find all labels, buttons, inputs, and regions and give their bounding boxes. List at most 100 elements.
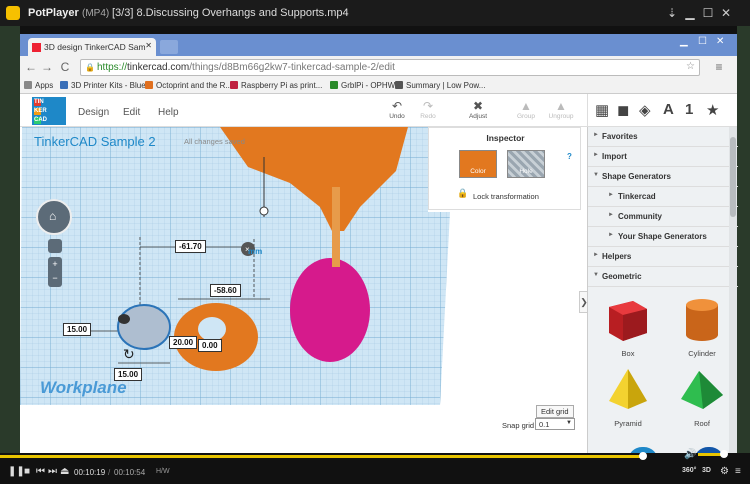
- shape-roof[interactable]: Roof: [672, 365, 732, 428]
- section-favorites[interactable]: ► Favorites: [588, 127, 738, 147]
- stop-icon[interactable]: ■: [24, 466, 30, 477]
- section-community[interactable]: ► Community: [588, 207, 738, 227]
- 360-badge[interactable]: 360°: [682, 467, 696, 474]
- color-swatch[interactable]: Color: [459, 150, 497, 178]
- fit-view-icon[interactable]: [48, 239, 62, 253]
- selection-handle[interactable]: [118, 314, 130, 324]
- section-your-shape-generators[interactable]: ► Your Shape Generators: [588, 227, 738, 247]
- menu-design[interactable]: Design: [78, 107, 109, 118]
- grid-view-icon[interactable]: ▦: [595, 101, 609, 119]
- bookmark-star-icon[interactable]: ☆: [686, 61, 695, 72]
- back-icon[interactable]: ←: [24, 60, 38, 74]
- panel-collapse-icon[interactable]: ❯: [579, 291, 587, 313]
- close-icon[interactable]: ✕: [718, 5, 734, 21]
- snap-grid-select[interactable]: 0.1 ▼: [535, 418, 575, 430]
- dimension-y-label[interactable]: -58.60: [210, 284, 241, 297]
- shape-box[interactable]: Box: [598, 295, 658, 358]
- section-tinkercad[interactable]: ► Tinkercad: [588, 187, 738, 207]
- view-orbit-control[interactable]: ⌂: [36, 199, 72, 235]
- zoom-in-icon[interactable]: +: [48, 257, 62, 271]
- text-shape-icon[interactable]: A: [663, 101, 674, 118]
- 3d-badge[interactable]: 3D: [702, 467, 711, 474]
- dimension-height-label[interactable]: 0.00: [198, 339, 222, 352]
- shape-pyramid[interactable]: Pyramid: [598, 365, 658, 428]
- window-minimize-icon[interactable]: ▁: [680, 36, 688, 47]
- save-status: All changes saved: [184, 137, 245, 146]
- open-file-icon[interactable]: ⏏: [60, 466, 69, 477]
- group-button[interactable]: ▲ Group: [511, 99, 541, 120]
- dimension-left-label[interactable]: 15.00: [63, 323, 92, 336]
- play-pause-icon[interactable]: ❚❚: [8, 466, 25, 477]
- section-geometric[interactable]: ▼ Geometric: [588, 267, 738, 287]
- adjust-button[interactable]: ✖ Adjust: [463, 99, 493, 120]
- group-icon: ▲: [520, 99, 532, 113]
- bookmark-apps[interactable]: Apps: [24, 81, 53, 90]
- player-app-name[interactable]: PotPlayer: [28, 7, 79, 19]
- tab-title: 3D design TinkerCAD Sam: [44, 42, 146, 52]
- dimension-width-label[interactable]: 20.00: [169, 336, 198, 349]
- bookmark-summary[interactable]: Summary | Low Pow...: [395, 81, 485, 90]
- reload-icon[interactable]: C: [58, 60, 72, 74]
- url-input[interactable]: 🔒 https://tinkercad.com/things/d8Bm66g2k…: [80, 59, 700, 76]
- undo-button[interactable]: ↶ Undo: [382, 99, 412, 120]
- url-domain: tinkercad.com: [127, 62, 190, 73]
- inspector-help-icon[interactable]: ?: [567, 152, 572, 161]
- chrome-menu-icon[interactable]: ≡: [712, 60, 726, 74]
- shape-cylinder[interactable]: Cylinder: [672, 295, 732, 358]
- browser-tab[interactable]: 3D design TinkerCAD Sam ✕: [28, 38, 156, 56]
- hw-badge[interactable]: H/W: [156, 468, 170, 475]
- ungroup-button[interactable]: ▲ Ungroup: [546, 99, 576, 120]
- tinkercad-logo[interactable]: TIN KER CAD: [32, 97, 66, 125]
- seek-bar[interactable]: [0, 452, 750, 460]
- solid-cube-icon[interactable]: ◼: [617, 101, 629, 119]
- bookmark-raspberry-pi[interactable]: Raspberry Pi as print...: [230, 81, 322, 90]
- seek-handle[interactable]: [639, 452, 648, 460]
- minimize-icon[interactable]: ▁: [682, 5, 698, 21]
- hole-shape[interactable]: [117, 304, 171, 350]
- menu-icon[interactable]: ≡: [735, 466, 741, 477]
- forward-icon[interactable]: →: [40, 60, 54, 74]
- menu-edit[interactable]: Edit: [123, 107, 140, 118]
- bookmark-octoprint[interactable]: Octoprint and the R...: [145, 81, 232, 90]
- secure-lock-icon: 🔒: [85, 63, 95, 72]
- next-icon[interactable]: ⏭: [48, 466, 57, 477]
- volume-handle[interactable]: [720, 450, 728, 458]
- volume-slider[interactable]: [698, 453, 722, 456]
- section-helpers[interactable]: ► Helpers: [588, 247, 738, 267]
- bookmark-printer-kits[interactable]: 3D Printer Kits - Blue...: [60, 81, 152, 90]
- section-import[interactable]: ► Import: [588, 147, 738, 167]
- redo-button[interactable]: ↷ Redo: [413, 99, 443, 120]
- zoom-control[interactable]: + −: [48, 257, 62, 287]
- hole-swatch[interactable]: Hole: [507, 150, 545, 178]
- potplayer-logo-icon[interactable]: [6, 6, 20, 20]
- wireframe-cube-icon[interactable]: ◈: [639, 101, 651, 119]
- lock-transformation-label[interactable]: Lock transformation: [473, 192, 539, 201]
- window-close-icon[interactable]: ✕: [716, 36, 724, 47]
- player-controls: ❚❚ ■ ⏮ ⏭ ⏏ 00:10:19 / 00:10:54 H/W 360° …: [0, 460, 750, 484]
- pin-icon[interactable]: ⇣: [664, 5, 680, 21]
- home-view-icon[interactable]: ⌂: [49, 209, 56, 223]
- chevron-down-icon: ▼: [593, 272, 599, 278]
- browser-tab-bar: 3D design TinkerCAD Sam ✕ ▁ ☐ ✕: [20, 34, 737, 56]
- star-shape-icon[interactable]: ★: [706, 101, 719, 119]
- panel-scrollbar[interactable]: [729, 127, 737, 460]
- bookmark-grblpi[interactable]: GrblPi - OPHW: [330, 81, 395, 90]
- window-maximize-icon[interactable]: ☐: [698, 36, 707, 47]
- new-tab-button[interactable]: [160, 40, 178, 54]
- zoom-out-icon[interactable]: −: [48, 271, 62, 285]
- edit-grid-button[interactable]: Edit grid: [536, 405, 574, 418]
- design-canvas[interactable]: × ↻ TinkerCAD Sample 2 All changes saved…: [20, 127, 587, 460]
- tab-close-icon[interactable]: ✕: [145, 41, 152, 50]
- maximize-icon[interactable]: ☐: [700, 5, 716, 21]
- lock-icon[interactable]: 🔒: [457, 188, 468, 199]
- magenta-sphere-shape[interactable]: [290, 258, 370, 362]
- dimension-x-label[interactable]: -61.70: [175, 240, 206, 253]
- number-shape-icon[interactable]: 1: [685, 101, 693, 118]
- rotate-handle-icon[interactable]: ↻: [123, 347, 135, 363]
- volume-icon[interactable]: 🔊: [684, 449, 696, 460]
- design-title[interactable]: TinkerCAD Sample 2: [34, 134, 156, 149]
- section-shape-generators[interactable]: ▼ Shape Generators: [588, 167, 738, 187]
- settings-gear-icon[interactable]: ⚙: [720, 466, 729, 477]
- menu-help[interactable]: Help: [158, 107, 179, 118]
- previous-icon[interactable]: ⏮: [36, 466, 45, 477]
